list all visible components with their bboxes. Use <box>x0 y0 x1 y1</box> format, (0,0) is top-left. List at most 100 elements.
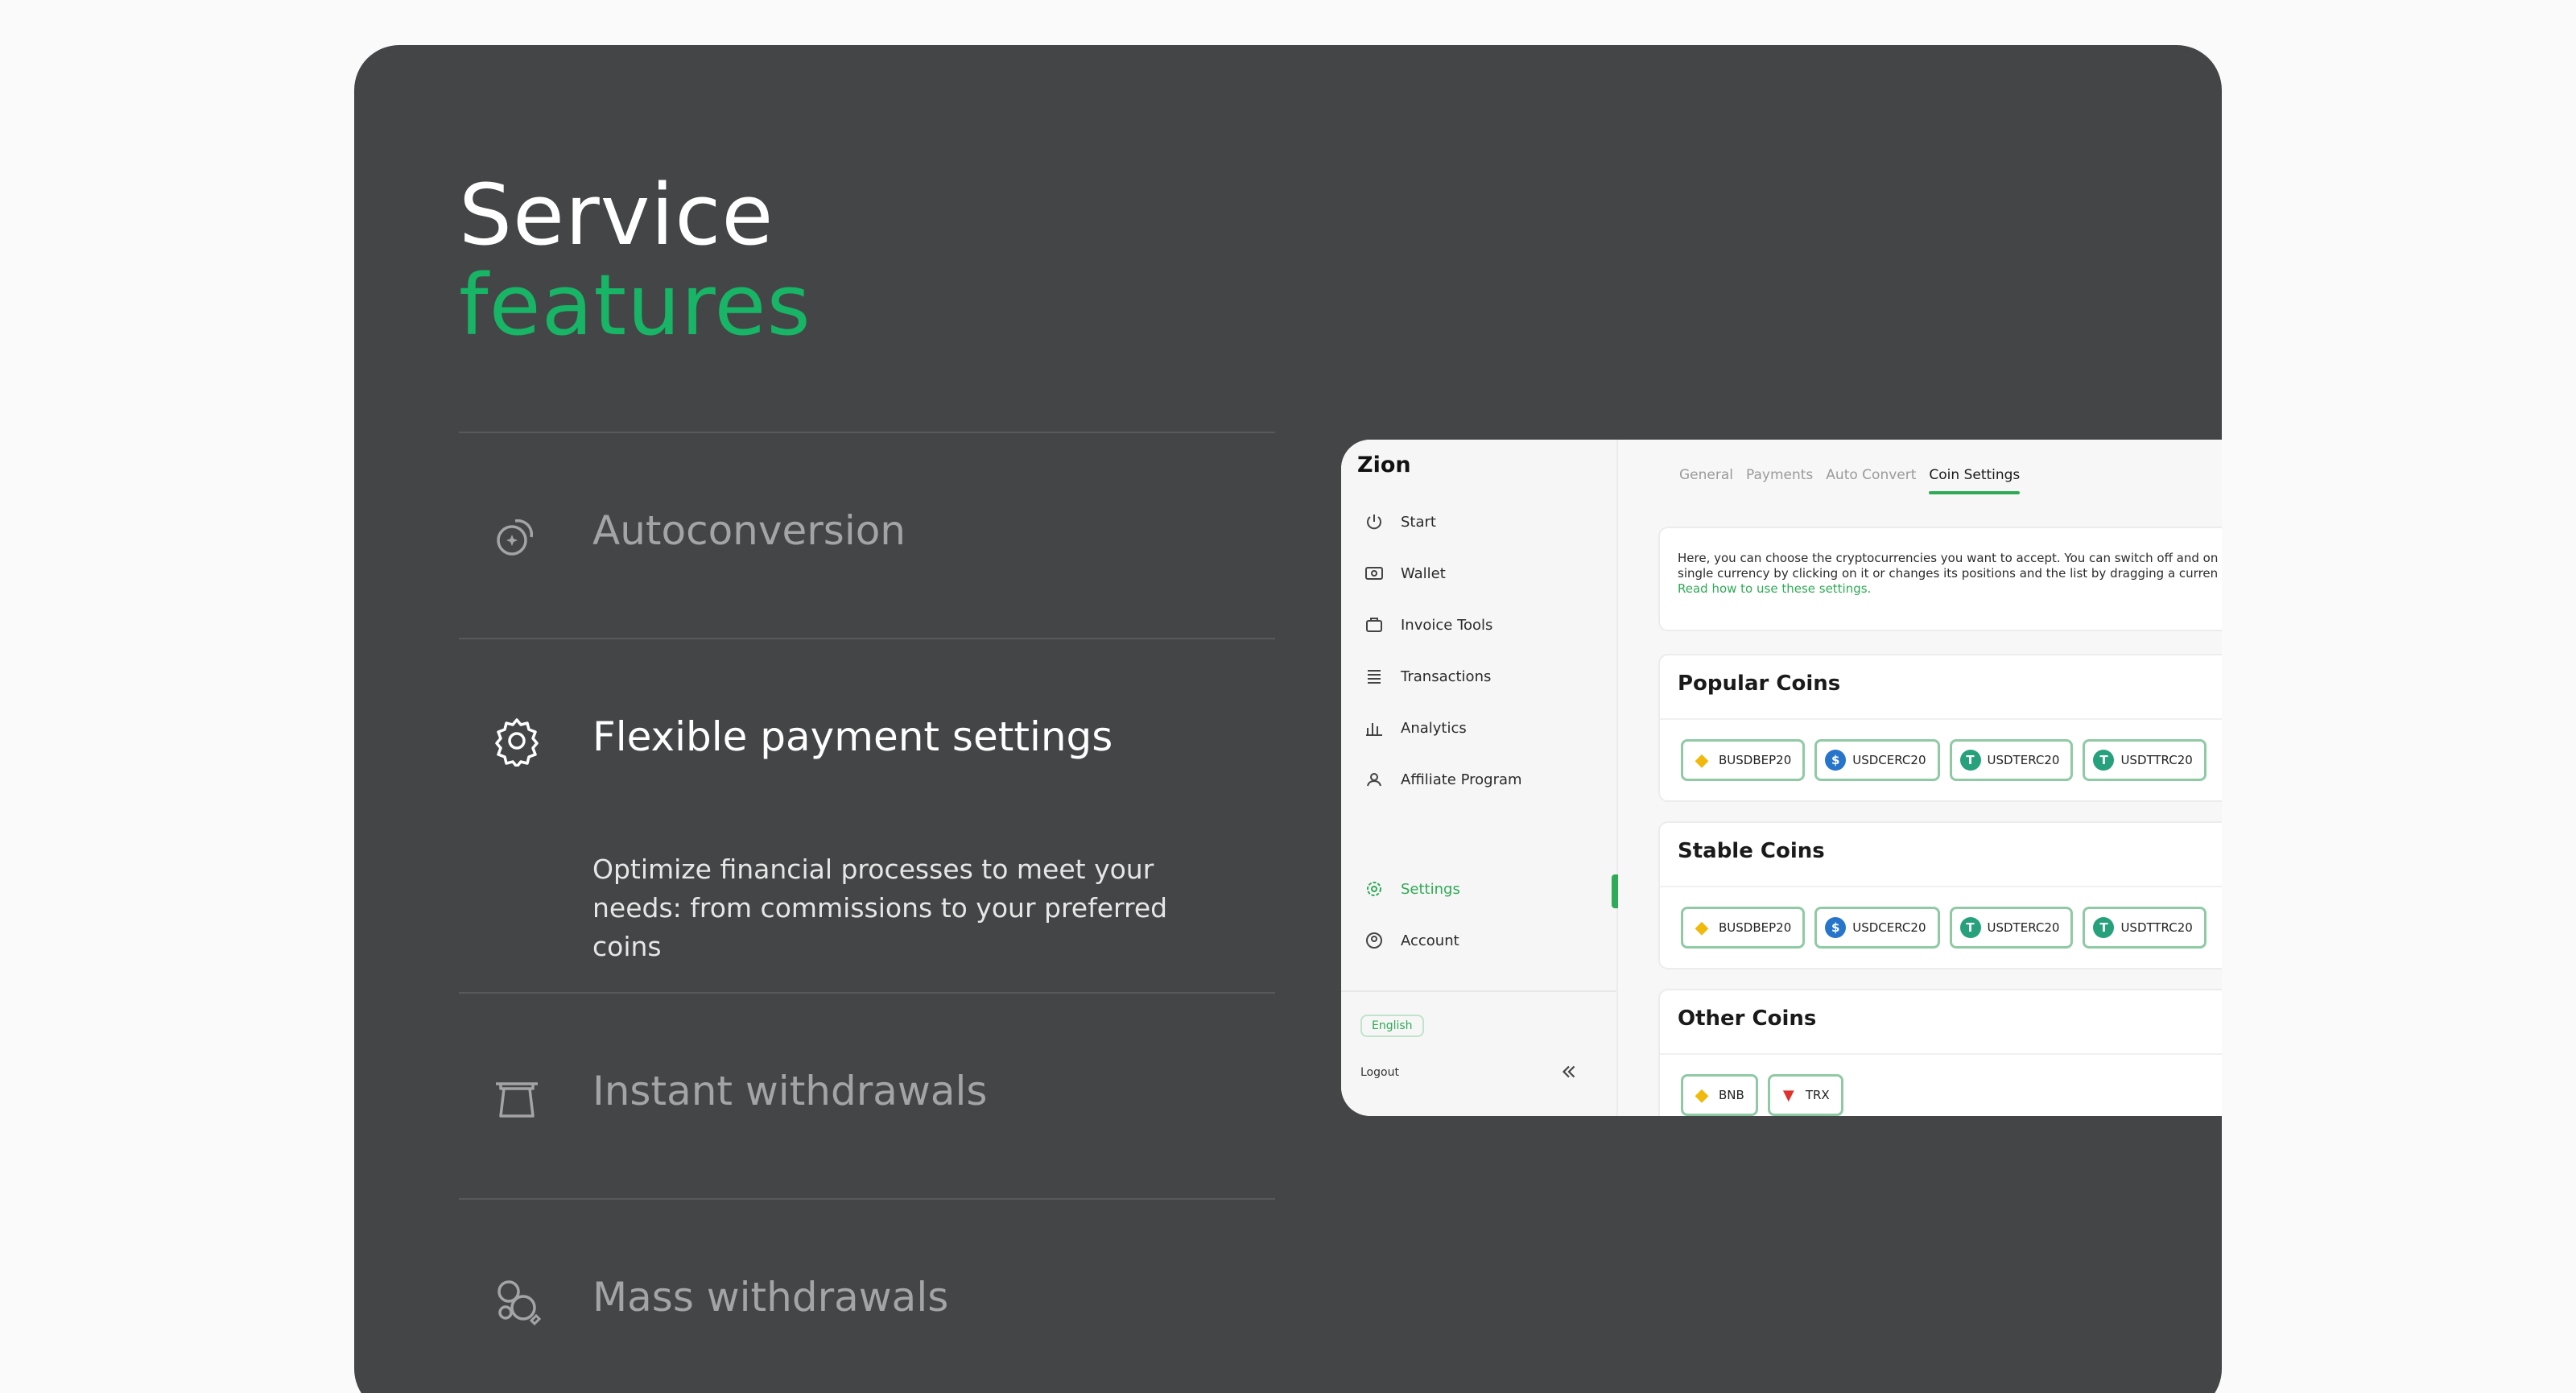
features-card: Service features Autoconversion Flexible… <box>354 45 2222 1393</box>
language-selector[interactable]: English <box>1360 1015 1424 1037</box>
tab-payments[interactable]: Payments <box>1746 467 1813 494</box>
section-divider <box>1660 886 2222 887</box>
sidebar-item-label: Analytics <box>1401 719 1467 737</box>
section-divider <box>1660 1053 2222 1055</box>
coin-label: BUSDBEP20 <box>1719 920 1792 935</box>
app-logo: Zion <box>1357 453 1411 477</box>
account-icon <box>1364 930 1385 951</box>
gear-icon <box>495 718 539 767</box>
usdt-icon: T <box>1959 750 1981 771</box>
heading-line-2: features <box>459 256 811 354</box>
withdrawal-icon <box>496 1082 538 1118</box>
invoice-icon <box>1364 614 1385 635</box>
coin-label: USDTTRC20 <box>2120 920 2193 935</box>
intro-text: Here, you can choose the cryptocurrencie… <box>1678 551 2219 565</box>
coin-chip[interactable]: ◆ BNB <box>1681 1074 1758 1116</box>
feature-flexible-payment-settings[interactable]: Flexible payment settings Optimize finan… <box>459 639 1275 994</box>
coin-list: ◆ BUSDBEP20 $ USDCERC20 T USDTERC20 T USDTTR… <box>1681 739 2207 781</box>
app-content: General Payments Auto Convert Coin Setti… <box>1618 440 2222 1116</box>
usdc-icon: $ <box>1825 750 1847 771</box>
feature-instant-withdrawals[interactable]: Instant withdrawals <box>459 994 1275 1200</box>
feature-mass-withdrawals[interactable]: Mass withdrawals <box>459 1200 1275 1393</box>
tab-coin-settings[interactable]: Coin Settings <box>1929 467 2020 494</box>
coin-chip[interactable]: $ USDCERC20 <box>1814 907 1940 949</box>
sidebar-item-transactions[interactable]: Transactions <box>1364 660 1491 692</box>
feature-title: Instant withdrawals <box>592 1068 988 1114</box>
help-link[interactable]: Read how to use these settings. <box>1678 581 2219 597</box>
feature-title: Mass withdrawals <box>592 1274 949 1321</box>
analytics-icon <box>1364 717 1385 738</box>
trx-icon: ▼ <box>1777 1085 1799 1106</box>
app-sidebar: Zion Start Wallet Invoice Tools Transact… <box>1341 440 1618 1116</box>
feature-description: Optimize financial processes to meet you… <box>592 854 1168 962</box>
section-title: Stable Coins <box>1678 839 1825 863</box>
sidebar-item-settings[interactable]: Settings <box>1364 873 1460 905</box>
usdt-icon: T <box>1959 917 1981 938</box>
transactions-icon <box>1364 666 1385 687</box>
section-title: Popular Coins <box>1678 672 1841 696</box>
sidebar-item-label: Wallet <box>1401 564 1446 582</box>
wallet-icon <box>1364 563 1385 584</box>
sidebar-item-label: Start <box>1401 513 1436 531</box>
sidebar-item-invoice-tools[interactable]: Invoice Tools <box>1364 609 1492 641</box>
coin-chip[interactable]: ▼ TRX <box>1767 1074 1843 1116</box>
sidebar-item-label: Transactions <box>1401 668 1492 685</box>
coin-label: USDCERC20 <box>1852 920 1926 935</box>
sidebar-item-label: Settings <box>1401 880 1460 898</box>
bnb-icon: ◆ <box>1691 1085 1712 1106</box>
sidebar-divider <box>1341 990 1616 992</box>
sidebar-item-label: Affiliate Program <box>1401 771 1522 788</box>
heading-line-1: Service <box>459 166 774 264</box>
collapse-sidebar-icon[interactable] <box>1558 1061 1579 1082</box>
sidebar-item-account[interactable]: Account <box>1364 924 1459 957</box>
section-heading: Service features <box>459 170 811 350</box>
stable-coins-panel: Stable Coins ◆ BUSDBEP20 $ USDCERC20 T USDT… <box>1658 821 2222 969</box>
coin-list: ◆ BUSDBEP20 $ USDCERC20 T USDTERC20 T USDTTR… <box>1681 907 2207 949</box>
coin-chip[interactable]: $ USDCERC20 <box>1814 739 1940 781</box>
settings-tabs: General Payments Auto Convert Coin Setti… <box>1679 467 2020 494</box>
coin-label: USDTERC20 <box>1987 920 2060 935</box>
tab-general[interactable]: General <box>1679 467 1733 494</box>
usdc-icon: $ <box>1825 917 1847 938</box>
section-divider <box>1660 718 2222 720</box>
sidebar-item-affiliate-program[interactable]: Affiliate Program <box>1364 763 1522 796</box>
feature-title: Autoconversion <box>592 507 906 554</box>
coin-chip[interactable]: T USDTTRC20 <box>2083 907 2207 949</box>
coin-chip[interactable]: T USDTERC20 <box>1949 739 2074 781</box>
usdt-icon: T <box>2093 750 2115 771</box>
popular-coins-panel: Popular Coins ◆ BUSDBEP20 $ USDCERC20 T USD… <box>1658 654 2222 802</box>
coin-chip[interactable]: ◆ BUSDBEP20 <box>1681 739 1806 781</box>
coin-label: BUSDBEP20 <box>1719 753 1792 767</box>
autoconversion-icon <box>497 519 534 556</box>
sidebar-item-label: Account <box>1401 932 1459 949</box>
other-coins-panel: Other Coins ◆ BNB ▼ TRX <box>1658 989 2222 1116</box>
busd-icon: ◆ <box>1691 917 1712 938</box>
affiliate-icon <box>1364 769 1385 790</box>
coin-label: USDTERC20 <box>1987 753 2060 767</box>
feature-autoconversion[interactable]: Autoconversion <box>459 433 1275 639</box>
busd-icon: ◆ <box>1691 750 1712 771</box>
feature-title: Flexible payment settings <box>592 713 1113 760</box>
coin-label: USDTTRC20 <box>2120 753 2193 767</box>
coin-chip[interactable]: T USDTERC20 <box>1949 907 2074 949</box>
usdt-icon: T <box>2093 917 2115 938</box>
app-preview: Zion Start Wallet Invoice Tools Transact… <box>1341 440 2222 1116</box>
mass-withdrawal-icon <box>497 1280 542 1326</box>
settings-icon <box>1364 878 1385 899</box>
sidebar-item-wallet[interactable]: Wallet <box>1364 557 1446 589</box>
sidebar-item-analytics[interactable]: Analytics <box>1364 712 1467 744</box>
coin-chip[interactable]: T USDTTRC20 <box>2083 739 2207 781</box>
intro-panel: Here, you can choose the cryptocurrencie… <box>1658 527 2222 631</box>
section-title: Other Coins <box>1678 1007 1817 1031</box>
coin-chip[interactable]: ◆ BUSDBEP20 <box>1681 907 1806 949</box>
coin-label: USDCERC20 <box>1852 753 1926 767</box>
power-icon <box>1364 511 1385 532</box>
coin-label: TRX <box>1805 1088 1830 1102</box>
active-indicator <box>1612 874 1618 908</box>
coin-label: BNB <box>1719 1088 1744 1102</box>
sidebar-item-label: Invoice Tools <box>1401 616 1493 634</box>
intro-text: single currency by clicking on it or cha… <box>1678 566 2219 581</box>
sidebar-item-start[interactable]: Start <box>1364 506 1436 538</box>
tab-auto-convert[interactable]: Auto Convert <box>1826 467 1916 494</box>
logout-link[interactable]: Logout <box>1360 1066 1399 1079</box>
